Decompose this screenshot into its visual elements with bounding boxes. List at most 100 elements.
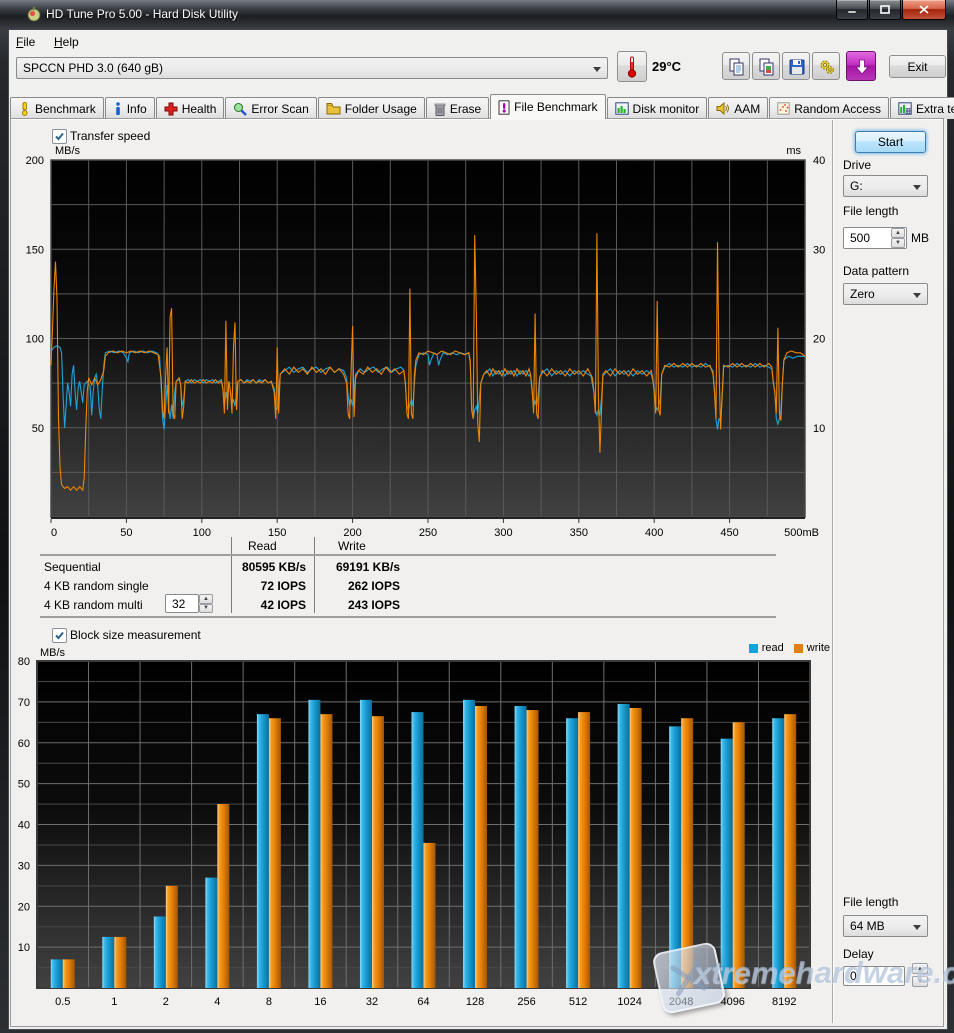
random-multi-read-value: 42 IOPS	[220, 598, 306, 612]
block-file-length-combobox[interactable]: 64 MB	[843, 915, 928, 937]
random-access-icon	[777, 102, 790, 115]
app-icon	[26, 6, 42, 22]
table-rule-top	[40, 554, 776, 556]
svg-text:8192: 8192	[772, 996, 796, 1008]
sequential-read-value: 80595 KB/s	[160, 560, 306, 574]
file-benchmark-icon	[498, 100, 510, 115]
tab-erase[interactable]: Erase	[426, 97, 489, 119]
svg-text:128: 128	[466, 996, 484, 1008]
spin-down-icon[interactable]: ▼	[199, 604, 213, 614]
svg-text:1: 1	[111, 996, 117, 1008]
tab-strip: Benchmark Info Health Error Scan Folder …	[10, 95, 944, 119]
copy-text-icon	[728, 58, 746, 76]
save-button[interactable]	[782, 52, 810, 80]
block-file-length-label: File length	[843, 895, 898, 909]
queue-depth-spinbox[interactable]: 32	[165, 594, 199, 613]
svg-text:0.5: 0.5	[55, 996, 70, 1008]
svg-text:20: 20	[18, 901, 30, 913]
tab-file-benchmark[interactable]: File Benchmark	[490, 94, 605, 119]
copy-text-button[interactable]	[722, 52, 750, 80]
row-random-single-label: 4 KB random single	[44, 579, 149, 593]
tab-benchmark[interactable]: Benchmark	[10, 97, 104, 119]
transfer-speed-chart: 5010015020010203040MB/sms050100150200250…	[0, 140, 954, 542]
svg-text:70: 70	[18, 697, 30, 709]
svg-text:250: 250	[419, 527, 437, 539]
svg-text:32: 32	[366, 996, 378, 1008]
random-single-read-value: 72 IOPS	[160, 579, 306, 593]
maximize-button[interactable]	[869, 0, 901, 20]
temperature-button[interactable]	[617, 51, 647, 82]
block-size-label: Block size measurement	[70, 628, 201, 642]
spin-up-icon[interactable]: ▲	[199, 594, 213, 604]
svg-text:30: 30	[18, 860, 30, 872]
svg-text:10: 10	[813, 423, 825, 435]
chevron-down-icon	[593, 67, 601, 72]
table-rule-bottom	[40, 616, 776, 618]
chevron-down-icon	[913, 925, 921, 930]
svg-text:500mB: 500mB	[784, 527, 819, 539]
svg-text:100: 100	[26, 334, 44, 346]
svg-text:256: 256	[517, 996, 535, 1008]
tab-random-access[interactable]: Random Access	[769, 97, 889, 119]
sequential-write-value: 69191 KB/s	[318, 560, 400, 574]
options-button[interactable]	[812, 52, 840, 80]
svg-text:350: 350	[570, 527, 588, 539]
save-icon	[788, 58, 806, 76]
svg-text:64: 64	[417, 996, 429, 1008]
row-sequential-label: Sequential	[44, 560, 101, 574]
copy-image-button[interactable]	[752, 52, 780, 80]
tab-health[interactable]: Health	[156, 97, 225, 119]
check-icon	[54, 630, 65, 641]
tab-aam[interactable]: AAM	[708, 97, 768, 119]
drive-select-combobox[interactable]: SPCCN PHD 3.0 (640 gB)	[16, 57, 608, 79]
svg-text:4: 4	[214, 996, 220, 1008]
svg-text:MB/s: MB/s	[40, 647, 66, 659]
download-arrow-icon	[855, 59, 869, 75]
random-single-write-value: 262 IOPS	[318, 579, 400, 593]
svg-text:50: 50	[18, 779, 30, 791]
block-size-checkbox[interactable]	[52, 628, 67, 643]
error-scan-icon	[233, 102, 247, 116]
temperature-value: 29°C	[652, 59, 681, 74]
svg-text:1024: 1024	[617, 996, 641, 1008]
write-column-header: Write	[338, 539, 366, 553]
svg-text:200: 200	[343, 527, 361, 539]
read-column-header: Read	[248, 539, 277, 553]
info-icon	[113, 102, 123, 116]
svg-text:50: 50	[32, 423, 44, 435]
hd-tune-window: HD Tune Pro 5.00 - Hard Disk Utility Fil…	[0, 0, 954, 1033]
svg-text:10: 10	[18, 942, 30, 954]
title-bar[interactable]: HD Tune Pro 5.00 - Hard Disk Utility	[0, 0, 954, 29]
queue-depth-spinner[interactable]: ▲▼	[199, 594, 213, 613]
svg-text:512: 512	[569, 996, 587, 1008]
svg-text:450: 450	[720, 527, 738, 539]
tab-extra-tests[interactable]: Extra tests	[890, 97, 954, 119]
minimize-button[interactable]	[836, 0, 868, 20]
drive-select-value: SPCCN PHD 3.0 (640 gB)	[23, 61, 163, 75]
menu-file[interactable]: File	[16, 35, 35, 49]
svg-text:60: 60	[18, 738, 30, 750]
menu-help[interactable]: Help	[54, 35, 79, 49]
watermark-text: xtremehardware.com	[694, 955, 954, 991]
menu-bar: File Help	[10, 31, 944, 53]
download-button[interactable]	[846, 51, 876, 81]
erase-icon	[434, 102, 446, 116]
close-button[interactable]	[902, 0, 946, 20]
svg-text:2: 2	[163, 996, 169, 1008]
svg-text:8: 8	[266, 996, 272, 1008]
tab-disk-monitor[interactable]: Disk monitor	[607, 97, 708, 119]
tab-folder-usage[interactable]: Folder Usage	[318, 97, 425, 119]
svg-text:200: 200	[26, 155, 44, 167]
extra-tests-icon	[898, 102, 912, 115]
svg-text:16: 16	[314, 996, 326, 1008]
svg-text:ms: ms	[786, 145, 801, 157]
exit-button[interactable]: Exit	[889, 55, 946, 78]
tab-info[interactable]: Info	[105, 97, 155, 119]
health-icon	[164, 102, 178, 116]
svg-text:100: 100	[193, 527, 211, 539]
svg-text:0: 0	[51, 527, 57, 539]
svg-text:400: 400	[645, 527, 663, 539]
tab-error-scan[interactable]: Error Scan	[225, 97, 316, 119]
gear-icon	[818, 58, 836, 76]
window-title: HD Tune Pro 5.00 - Hard Disk Utility	[46, 7, 238, 21]
